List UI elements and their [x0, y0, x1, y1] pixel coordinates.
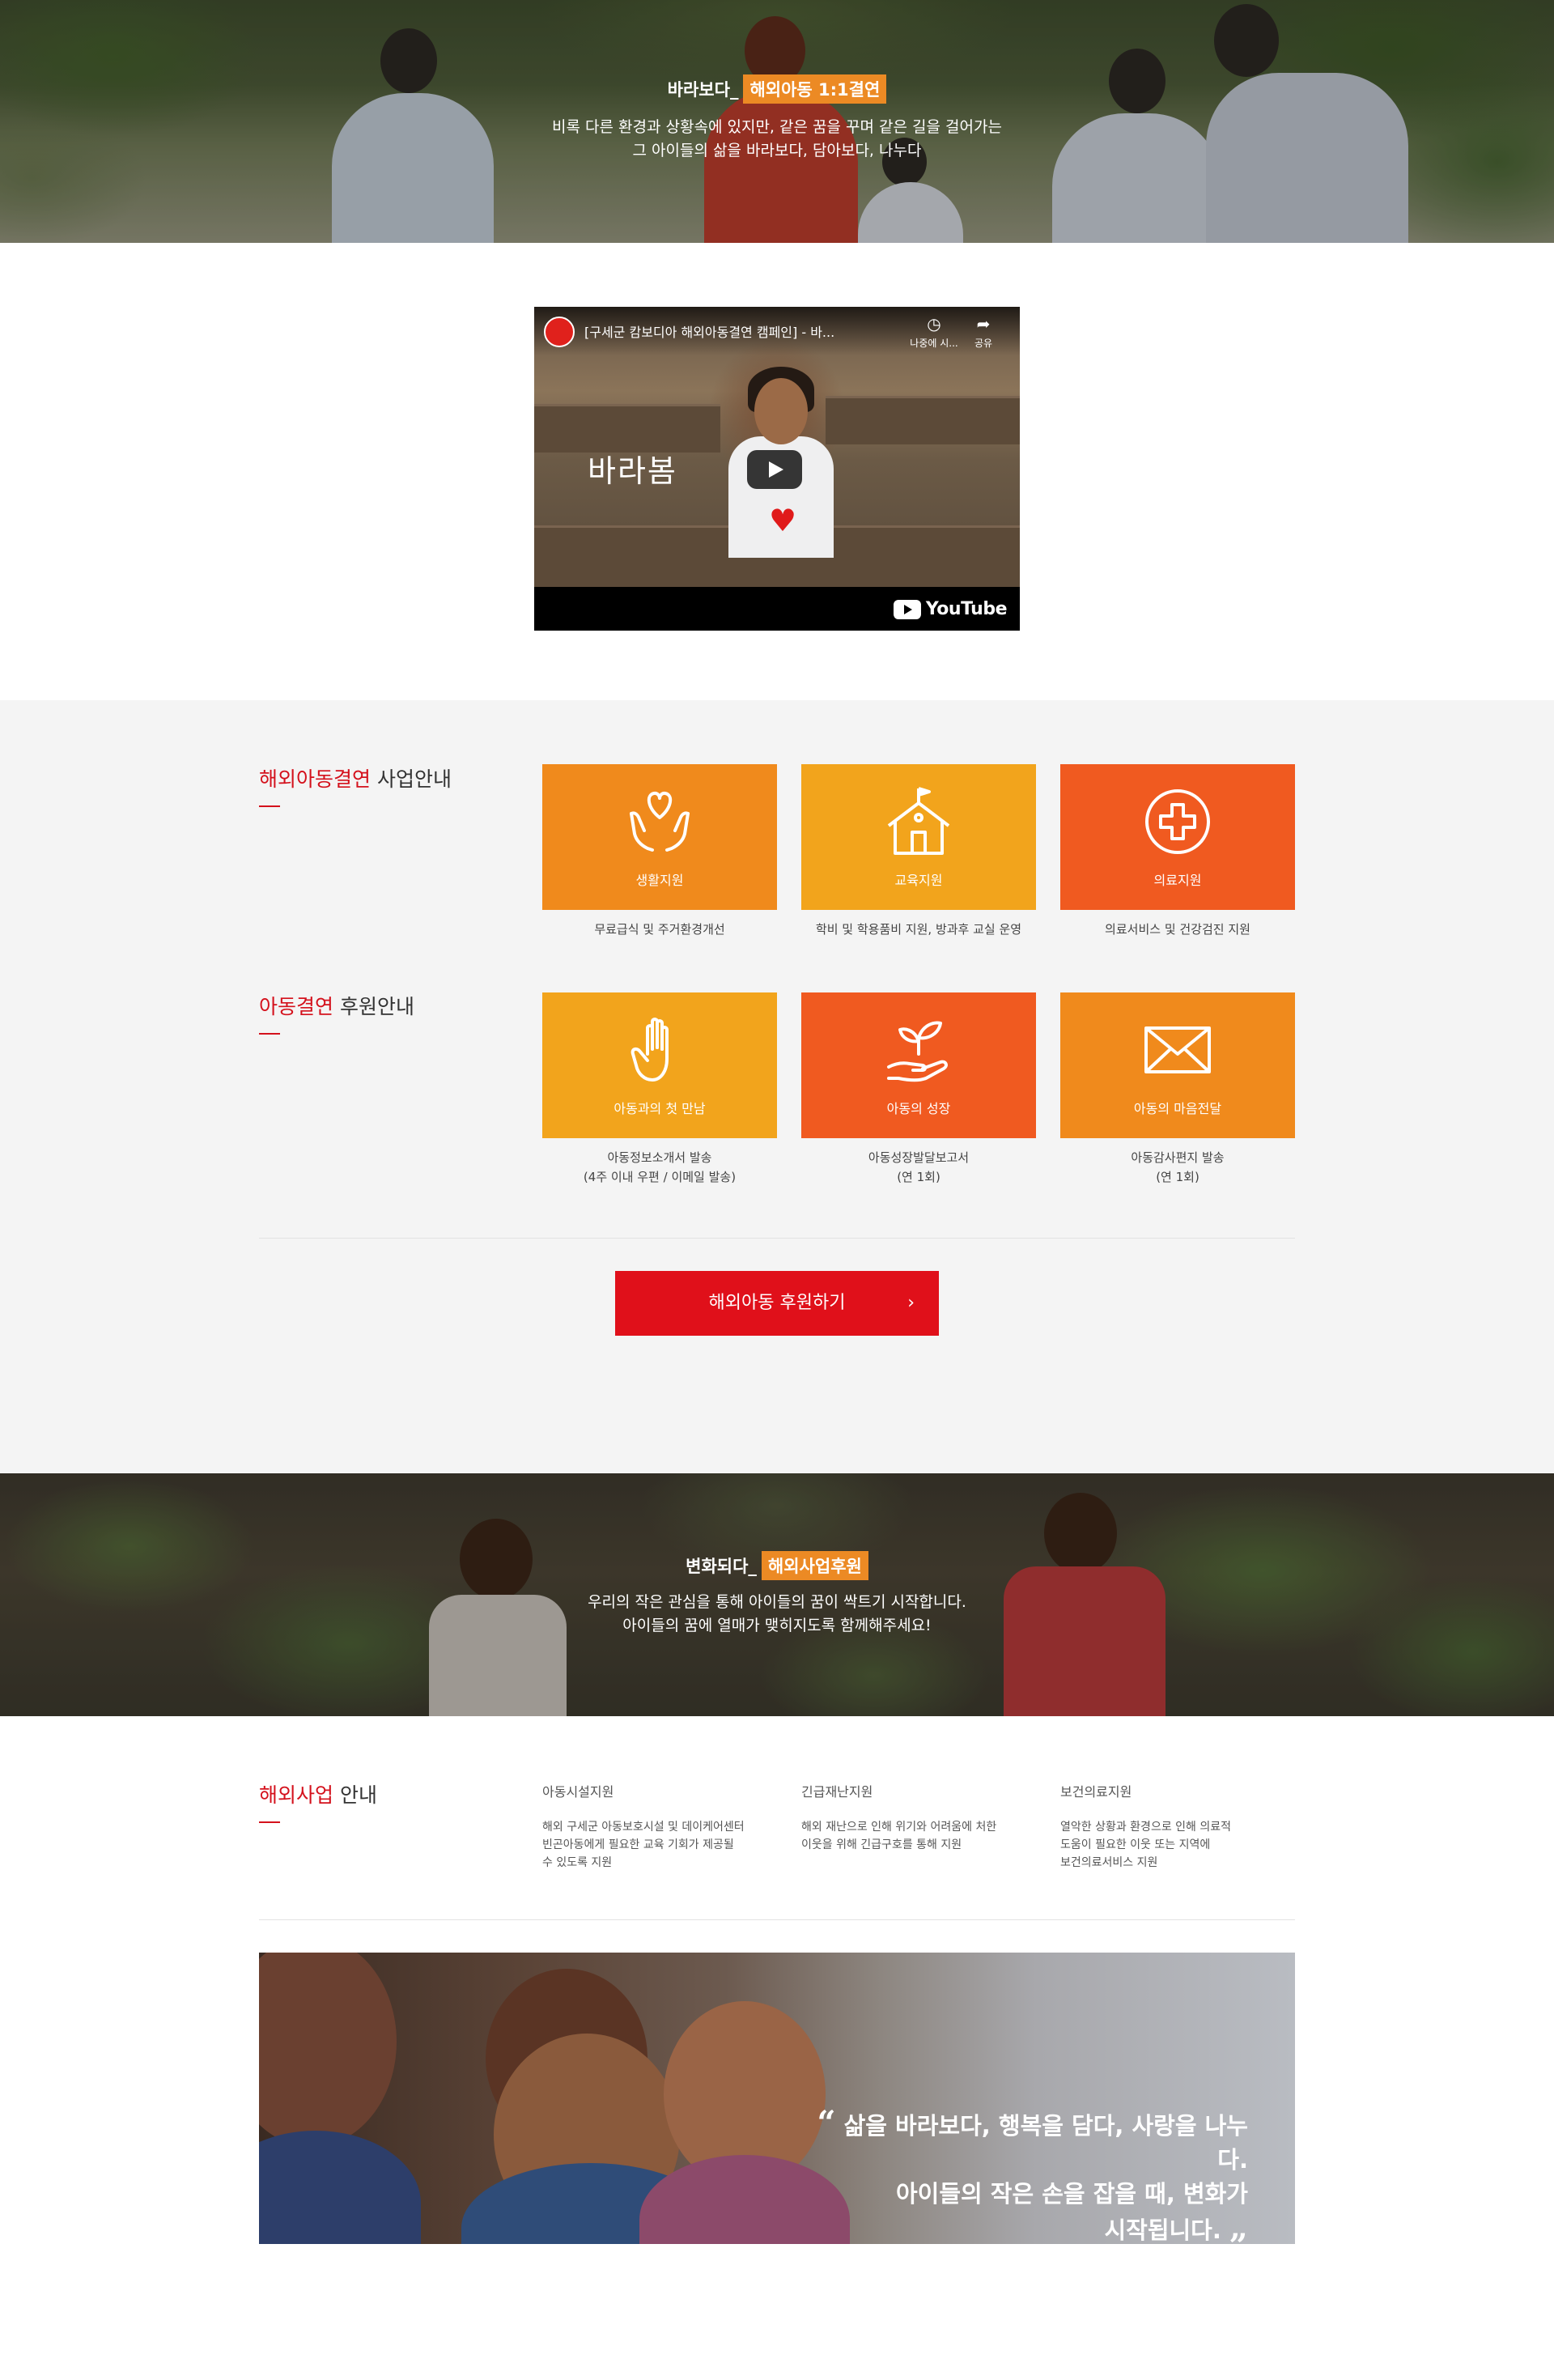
- school-icon: [887, 787, 950, 855]
- hands-heart-icon: [630, 791, 690, 852]
- card-label: 의료지원: [1153, 873, 1202, 888]
- banner-quote: “ 삶을 바라보다, 행복을 담다, 사랑을 나누다. 아이들의 작은 손을 잡…: [795, 2104, 1248, 2245]
- hero-top-description: 비록 다른 환경과 상황속에 있지만, 같은 꿈을 꾸며 같은 길을 걸어가는 …: [0, 116, 1554, 163]
- sprout-icon: [887, 1021, 948, 1082]
- card-description: 의료서비스 및 건강검진 지원: [1105, 922, 1250, 937]
- banner-quote-line: “ 삶을 바라보다, 행복을 담다, 사랑을 나누다.: [817, 2104, 1248, 2174]
- hero-top-line: 비록 다른 환경과 상황속에 있지만, 같은 꿈을 꾸며 같은 길을 걸어가는: [552, 118, 1002, 136]
- channel-avatar[interactable]: [544, 317, 575, 347]
- hero-top-line: 그 아이들의 삶을 바라보다, 담아보다, 나누다: [632, 142, 922, 159]
- card-label: 아동의 성장: [886, 1101, 951, 1116]
- project-title: 보건의료지원: [1060, 1784, 1132, 1800]
- card-child-growth: 아동의 성장: [801, 992, 1036, 1138]
- cta-label: 해외아동 후원하기: [708, 1293, 846, 1313]
- support-info-section: [0, 700, 1554, 1473]
- card-label: 생활지원: [635, 873, 684, 888]
- project-health-medical: 보건의료지원 열악한 상황과 환경으로 인해 의료적 도움이 필요한 이웃 또는…: [1060, 1781, 1279, 1872]
- heart-icon: ♥: [769, 503, 797, 538]
- section-dash: [259, 1821, 280, 1823]
- sponsor-overseas-child-button[interactable]: 해외아동 후원하기 ›: [615, 1271, 939, 1336]
- share-button[interactable]: ➦ 공유: [955, 315, 1012, 350]
- youtube-play-icon: [893, 599, 921, 619]
- section-dash: [259, 1033, 280, 1035]
- banner-quote-line: 아이들의 작은 손을 잡을 때, 변화가: [895, 2180, 1248, 2208]
- card-first-meeting: 아동과의 첫 만남: [542, 992, 777, 1138]
- card-child-heart: 아동의 마음전달: [1060, 992, 1295, 1138]
- card-description: 학비 및 학용품비 지원, 방과후 교실 운영: [815, 922, 1022, 937]
- project-description: 열악한 상황과 환경으로 인해 의료적 도움이 필요한 이웃 또는 지역에 보건…: [1060, 1821, 1231, 1869]
- projects-section-title: 해외사업 안내: [259, 1783, 377, 1807]
- card-medical-support: 의료지원: [1060, 764, 1295, 910]
- hero-mid-line: 우리의 작은 관심을 통해 아이들의 꿈이 싹트기 시작합니다.: [588, 1593, 966, 1611]
- hero-mid-title: 변화되다_ 해외사업후원: [0, 1551, 1554, 1580]
- card-description: 아동정보소개서 발송 (4주 이내 우편 / 이메일 발송): [583, 1150, 737, 1184]
- project-title: 아동시설지원: [542, 1784, 614, 1800]
- hero-top-title: 바라보다_ 해외아동 1:1결연: [0, 74, 1554, 104]
- chevron-right-icon: ›: [907, 1293, 915, 1313]
- hero-top-banner: 바라보다_ 해외아동 1:1결연 비록 다른 환경과 상황속에 있지만, 같은 꿈…: [0, 0, 1554, 243]
- video-title[interactable]: [구세군 캄보디아 해외아동결연 캠페인] - 바...: [584, 321, 834, 341]
- section-dash: [259, 805, 280, 807]
- hand-icon: [631, 1018, 669, 1082]
- children-quote-banner: “ 삶을 바라보다, 행복을 담다, 사랑을 나누다. 아이들의 작은 손을 잡…: [259, 1953, 1295, 2244]
- banner-quote-line: 시작됩니다. „: [795, 2208, 1248, 2245]
- close-quote-icon: „: [1229, 2208, 1248, 2245]
- card-description: 무료급식 및 주거환경개선: [594, 922, 725, 937]
- youtube-wordmark: YouTube: [925, 599, 1008, 619]
- video-handwriting: 바라봄: [588, 453, 677, 489]
- card-label: 교육지원: [894, 873, 943, 888]
- sponsor-section-title: 아동결연 후원안내: [259, 995, 414, 1018]
- section-divider: [259, 1919, 1295, 1920]
- play-button[interactable]: [747, 450, 802, 489]
- watch-later-label: 나중에 시...: [910, 338, 958, 349]
- project-description: 해외 구세군 아동보호시설 및 데이케어센터 빈곤아동에게 필요한 교육 기회가…: [542, 1821, 745, 1869]
- card-label: 아동의 마음전달: [1133, 1101, 1222, 1116]
- envelope-icon: [1144, 1026, 1211, 1073]
- project-facility-support: 아동시설지원 해외 구세군 아동보호시설 및 데이케어센터 빈곤아동에게 필요한…: [542, 1781, 761, 1872]
- hero-mid-line: 아이들의 꿈에 열매가 맺히지도록 함께해주세요!: [622, 1617, 932, 1634]
- hero-mid-tag: 해외사업후원: [761, 1551, 868, 1580]
- medical-cross-icon: [1145, 789, 1210, 854]
- business-section-title: 해외아동결연 사업안내: [259, 767, 452, 791]
- youtube-logo[interactable]: YouTube: [893, 599, 1008, 619]
- project-description: 해외 재난으로 인해 위기와 어려움에 처한 이웃을 위해 긴급구호를 통해 지…: [801, 1821, 997, 1851]
- share-icon: ➦: [976, 314, 991, 334]
- hero-mid-description: 우리의 작은 관심을 통해 아이들의 꿈이 싹트기 시작합니다. 아이들의 꿈에…: [0, 1591, 1554, 1638]
- card-education-support: 교육지원: [801, 764, 1036, 910]
- project-title: 긴급재난지원: [801, 1784, 873, 1800]
- section-divider: [259, 1238, 1295, 1239]
- hero-top-prefix: 바라보다_: [667, 80, 739, 100]
- card-living-support: 생활지원: [542, 764, 777, 910]
- share-label: 공유: [974, 338, 993, 349]
- child-face: [259, 1953, 397, 2147]
- card-description: 아동성장발달보고서 (연 1회): [868, 1150, 970, 1184]
- open-quote-icon: “: [817, 2104, 836, 2142]
- hero-mid-banner: 변화되다_ 해외사업후원 우리의 작은 관심을 통해 아이들의 꿈이 싹트기 시작…: [0, 1473, 1554, 1716]
- hero-top-tag: 해외아동 1:1결연: [743, 74, 887, 104]
- card-description: 아동감사편지 발송 (연 1회): [1131, 1150, 1225, 1184]
- project-disaster-relief: 긴급재난지원 해외 재난으로 인해 위기와 어려움에 처한 이웃을 위해 긴급구…: [801, 1781, 1020, 1854]
- hero-mid-prefix: 변화되다_: [686, 1557, 757, 1576]
- clock-icon: ◷: [927, 314, 941, 334]
- watch-later-button[interactable]: ◷ 나중에 시...: [906, 315, 962, 350]
- youtube-video-player[interactable]: ♥ [구세군 캄보디아 해외아동결연 캠페인] - 바... ◷ 나중에 시..…: [534, 307, 1020, 631]
- card-label: 아동과의 첫 만남: [614, 1101, 706, 1116]
